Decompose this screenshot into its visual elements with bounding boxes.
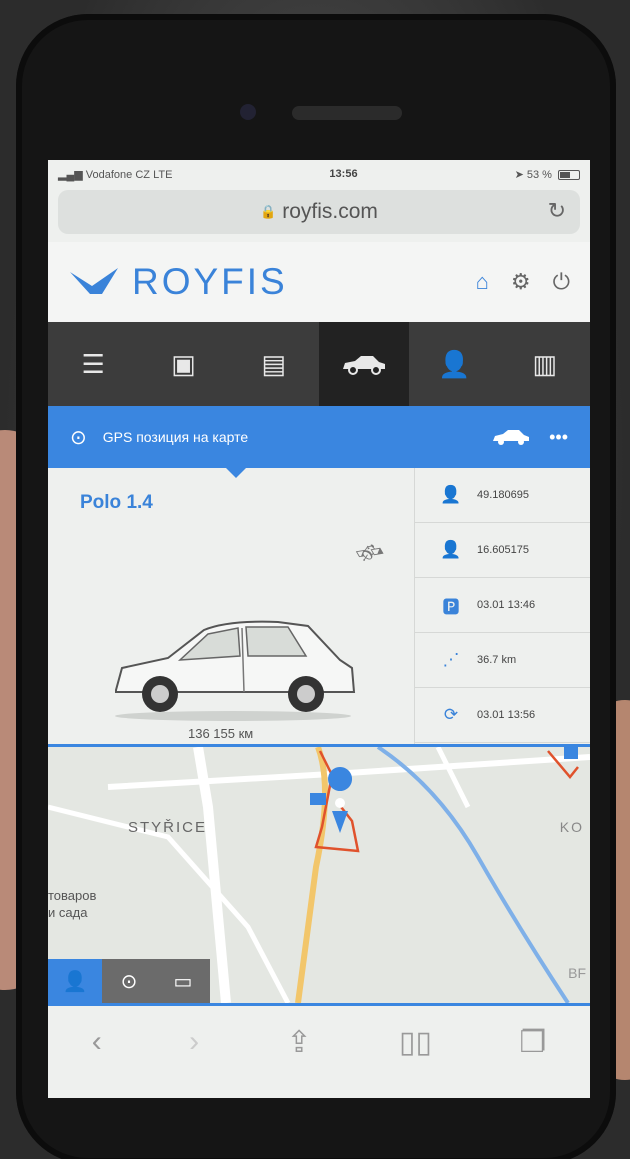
site-header: ROYFIS ⌂ ⚙ ⏻ [48,242,590,322]
map-view[interactable]: STYŘICE товаров и сада KO BF 👤 ⊙ ▭ [48,744,590,1006]
route-icon: ⋰ [442,650,460,669]
longitude-icon: 👤 [440,540,462,559]
gps-position-bar[interactable]: ⊙ GPS позиция на карте ••• [48,406,590,478]
info-value: 36.7 km [477,654,517,666]
nav-driver-icon[interactable]: 👤 [409,322,499,406]
info-row-distance: ⋰ 36.7 km [415,633,590,688]
car-illustration [115,620,356,721]
vehicle-overview: Polo 1.4 🛰 136 155 км [48,468,414,744]
nav-wallet-icon[interactable]: ▣ [138,322,228,406]
lock-icon: 🔒 [260,204,277,219]
battery-icon [557,169,580,180]
nav-car-icon[interactable] [318,322,410,406]
map-label-district: STYŘICE [128,819,208,836]
info-row-sync: ⟳ 03.01 13:56 [415,688,590,743]
brand-name: ROYFIS [132,261,288,302]
info-value: 49.180695 [477,489,529,501]
driver-map-icon[interactable]: 👤 [48,959,102,1003]
signal-icon: ▂▄▆ [58,168,83,181]
back-icon[interactable]: ‹ [92,1025,102,1059]
sync-icon: ⟳ [443,705,459,724]
phone-screen: ▂▄▆ Vodafone CZ LTE 13:56 ➤ 53 % 🔒 royfi… [48,160,590,1098]
network-type: LTE [153,168,173,181]
front-camera [240,104,256,120]
gear-icon[interactable]: ⚙ [511,269,531,295]
browser-toolbar: ‹ › ⇪ ▯▯ ❐ [48,1006,590,1078]
gps-pin-map-icon[interactable]: ⊙ [102,959,156,1003]
forward-icon[interactable]: › [189,1025,199,1059]
share-icon[interactable]: ⇪ [286,1025,311,1060]
info-value: 03.01 13:46 [477,599,536,611]
info-row-latitude: 👤 49.180695 [415,468,590,523]
battery-area: ➤ 53 % [515,168,580,181]
car-small-icon[interactable] [491,428,531,446]
bookmarks-icon[interactable]: ▯▯ [399,1025,432,1060]
info-value: 16.605175 [477,544,529,556]
info-row-longitude: 👤 16.605175 [415,523,590,578]
satellite-icon: 🛰 [351,534,389,571]
nav-chart-board-icon[interactable]: ▥ [500,322,590,406]
location-arrow-icon: ➤ [514,168,524,181]
parking-icon: 🅿 [442,597,460,617]
tabs-icon[interactable]: ❐ [519,1025,546,1060]
more-dots-icon[interactable]: ••• [549,427,568,448]
vehicle-panel: Polo 1.4 🛰 136 155 км 👤 49.180695 👤 16.6… [48,468,590,744]
gps-bar-label: GPS позиция на карте [102,429,249,445]
url-text: royfis.com [282,200,378,223]
map-label-corner: BF [568,965,586,981]
gps-bar-actions: ••• [491,427,568,448]
map-label-east: KO [559,819,584,835]
bird-logo-icon [70,268,118,294]
gps-pin-icon: ⊙ [70,426,87,449]
status-bar: ▂▄▆ Vodafone CZ LTE 13:56 ➤ 53 % [48,160,590,188]
vehicle-info-list: 👤 49.180695 👤 16.605175 🅿 03.01 13:46 ⋰ … [414,468,590,744]
nav-card-icon[interactable]: ▤ [229,322,319,406]
info-row-parking: 🅿 03.01 13:46 [415,578,590,633]
carrier-name: Vodafone CZ [85,168,150,181]
map-label-shop: товаров и сада [48,888,97,920]
latitude-icon: 👤 [440,485,462,504]
info-value: 03.01 13:56 [477,709,536,721]
photo-scene: ▂▄▆ Vodafone CZ LTE 13:56 ➤ 53 % 🔒 royfi… [0,0,630,1159]
reload-icon[interactable]: ↻ [548,198,566,224]
vehicle-name[interactable]: Polo 1.4 [80,492,153,514]
map-toolbar: 👤 ⊙ ▭ [48,959,210,1003]
home-icon[interactable]: ⌂ [476,269,489,295]
earpiece-speaker [292,106,402,120]
header-actions: ⌂ ⚙ ⏻ [476,269,570,295]
odometer-value: 136 155 км [188,726,254,741]
car-icon [343,356,386,375]
main-nav: ☰ ▣ ▤ 👤 ▥ [48,322,590,406]
nav-settings-sliders-icon[interactable]: ☰ [48,322,138,406]
address-bar[interactable]: 🔒 royfis.com ↻ [58,190,580,234]
battery-percent: 53 % [526,168,552,181]
power-icon[interactable]: ⏻ [553,269,570,295]
clock: 13:56 [329,168,358,180]
carrier: ▂▄▆ Vodafone CZ LTE [58,168,172,181]
calendar-icon[interactable]: ▭ [156,959,210,1003]
